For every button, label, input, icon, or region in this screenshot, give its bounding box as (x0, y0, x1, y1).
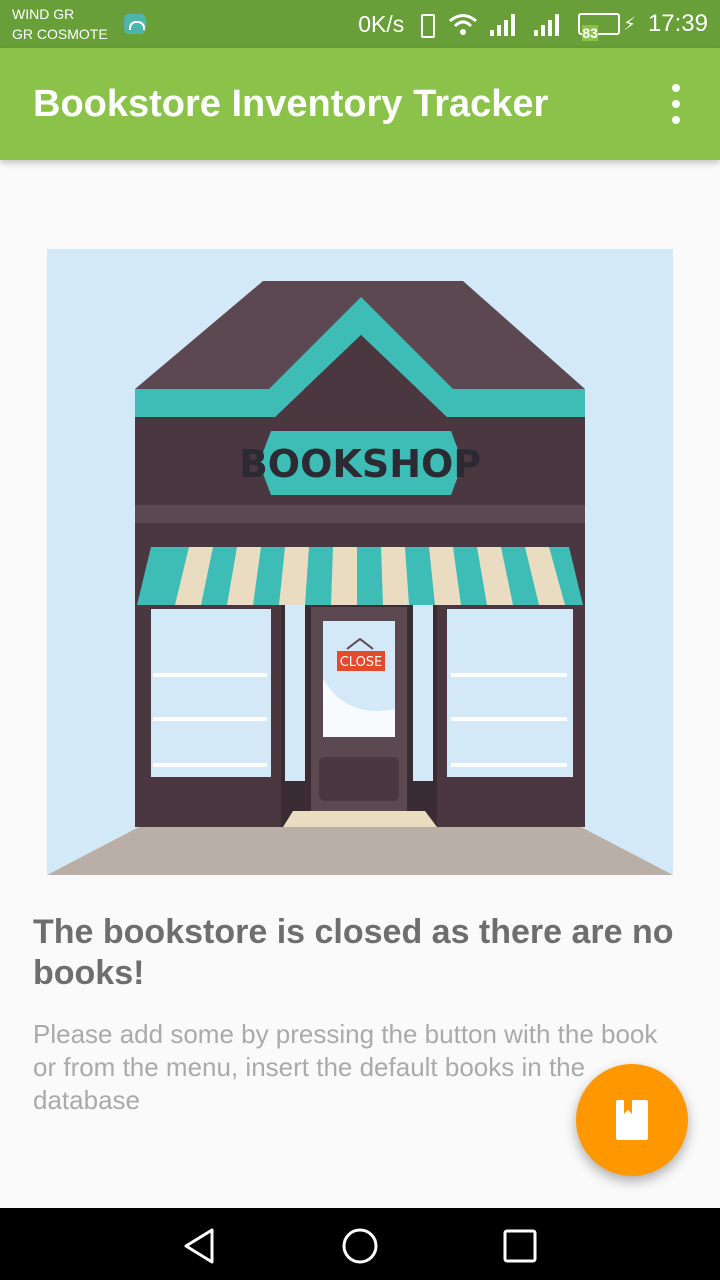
battery-icon: 83 (578, 13, 621, 41)
book-icon (616, 1100, 648, 1140)
bookshop-image: BOOKSHOP CLOSE (47, 249, 673, 875)
clock: 17:39 (647, 10, 708, 37)
shop-sign-text: BOOKSHOP (239, 442, 481, 486)
carrier-1: WIND GR (12, 6, 75, 22)
bookshop-illustration: BOOKSHOP CLOSE (47, 249, 673, 875)
app-title: Bookstore Inventory Tracker (33, 83, 549, 125)
back-icon[interactable] (180, 1226, 220, 1266)
home-icon[interactable] (340, 1226, 380, 1266)
recents-icon[interactable] (500, 1226, 540, 1266)
more-vert-icon[interactable] (660, 84, 692, 124)
vibrate-icon (416, 12, 436, 38)
carrier-2: GR COSMOTE (12, 26, 108, 42)
wifi-icon (449, 14, 478, 35)
battery-indicator: 83 ⚡ (578, 13, 636, 41)
network-speed: 0K/s (358, 10, 405, 37)
status-indicators: 0K/s 83 ⚡ 17:39 (358, 0, 708, 48)
empty-state-description: Please add some by pressing the button w… (33, 1019, 658, 1115)
signal-icon (534, 12, 566, 36)
charging-icon: ⚡ (623, 13, 636, 34)
carrier-info: WIND GR GR COSMOTE (12, 4, 108, 44)
battery-level: 83 (582, 25, 598, 41)
signal-icon (490, 12, 522, 36)
android-notification-icon (124, 14, 146, 34)
navigation-bar (0, 1208, 720, 1280)
status-bar: WIND GR GR COSMOTE 0K/s 83 ⚡ 17:39 (0, 0, 720, 48)
app-bar: Bookstore Inventory Tracker (0, 48, 720, 160)
add-book-button[interactable] (576, 1064, 688, 1176)
empty-state-title: The bookstore is closed as there are no … (33, 913, 674, 992)
door-sign-text: CLOSE (340, 655, 383, 670)
